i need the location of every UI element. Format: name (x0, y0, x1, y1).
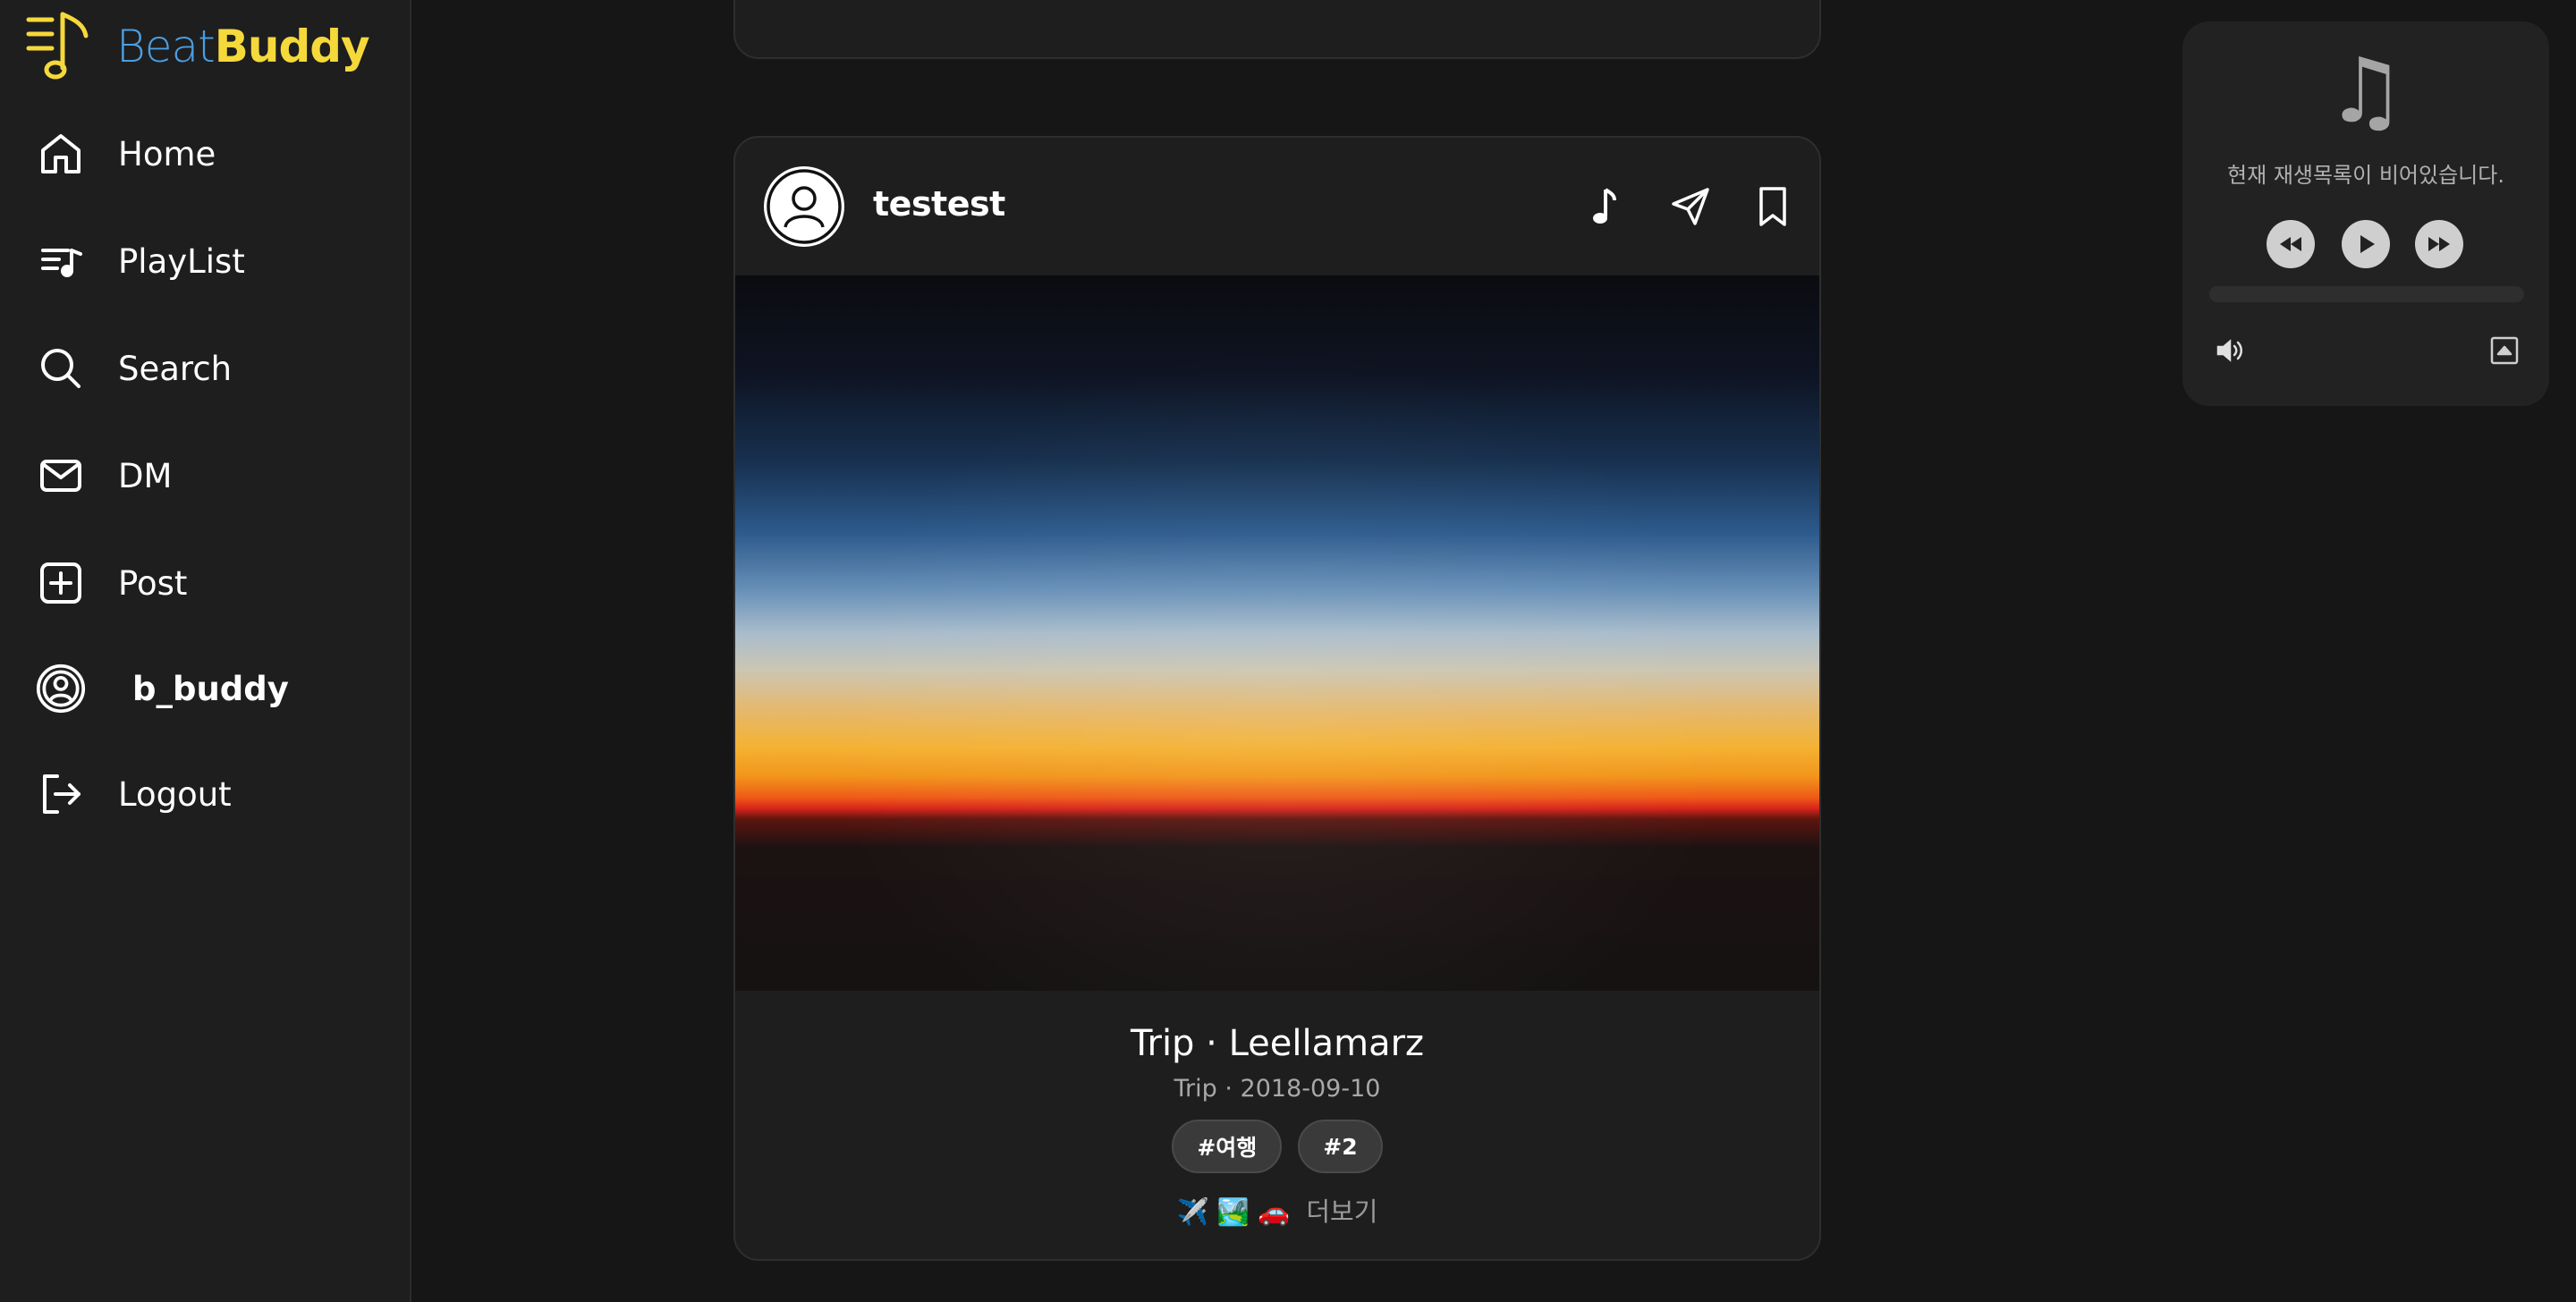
play-icon (2360, 235, 2375, 253)
rewind-icon (2280, 237, 2301, 251)
user-icon (767, 169, 842, 244)
play-button[interactable] (2342, 220, 2390, 268)
post-header: testest (735, 138, 1819, 275)
sidebar-item-logout[interactable]: Logout (36, 758, 394, 830)
sidebar-item-home[interactable]: Home (36, 118, 394, 190)
playlist-icon (36, 236, 86, 286)
album-cover-image[interactable] (735, 275, 1819, 991)
more-link[interactable]: 더보기 (1306, 1196, 1377, 1227)
bookmark-button[interactable] (1744, 178, 1801, 235)
caption-emoji: ✈️ 🏞️ 🚗 (1176, 1196, 1291, 1227)
sidebar-item-search[interactable]: Search (36, 333, 394, 404)
profile-icon (36, 664, 86, 714)
sidebar-item-label: PlayList (118, 241, 245, 281)
avatar[interactable] (764, 166, 844, 247)
sidebar-item-profile[interactable]: b_buddy (36, 653, 394, 724)
post-caption: ✈️ 🏞️ 🚗 더보기 (735, 1191, 1819, 1229)
tag-list: #여행 #2 (735, 1120, 1819, 1173)
progress-bar[interactable] (2209, 286, 2524, 302)
minimize-player-button[interactable] (2485, 331, 2524, 370)
song-meta: Trip · 2018-09-10 (1174, 1075, 1381, 1103)
sidebar-item-dm[interactable]: DM (36, 440, 394, 512)
plus-square-icon (36, 558, 86, 608)
mail-icon (36, 451, 86, 501)
song-title: Trip · Leellamarz (1130, 1023, 1425, 1064)
music-note-icon (1593, 188, 1616, 224)
logo-icon (26, 12, 89, 80)
bookmark-icon (1759, 187, 1786, 226)
sidebar-item-label: DM (118, 456, 173, 495)
sidebar: BeatBuddy Home PlayList Search DM Post b… (0, 0, 411, 1302)
hashtag[interactable]: #2 (1298, 1120, 1383, 1173)
sidebar-item-label: Home (118, 134, 216, 173)
post-card: testest Trip · Leellamarz Trip · 2018-09… (733, 136, 1821, 1261)
volume-button[interactable] (2209, 331, 2249, 370)
rewind-button[interactable] (2267, 220, 2315, 268)
minimize-icon (2490, 336, 2519, 365)
volume-icon (2216, 339, 2242, 362)
home-icon (36, 129, 86, 179)
post-username[interactable]: testest (873, 184, 1005, 224)
logo[interactable]: BeatBuddy (25, 11, 370, 82)
fast-forward-icon (2428, 237, 2450, 251)
search-icon (36, 343, 86, 393)
share-button[interactable] (1662, 178, 1719, 235)
previous-post-card (733, 0, 1821, 59)
sidebar-item-label: Post (118, 563, 188, 603)
send-icon (1672, 188, 1709, 225)
hashtag[interactable]: #여행 (1172, 1120, 1283, 1173)
add-music-button[interactable] (1578, 178, 1635, 235)
sidebar-item-label: b_buddy (132, 669, 289, 708)
music-note-icon: ♫ (2326, 38, 2406, 143)
sidebar-item-label: Logout (118, 774, 232, 814)
music-player: ♫ 현재 재생목록이 비어있습니다. (2182, 21, 2549, 406)
empty-playlist-message: 현재 재생목록이 비어있습니다. (2227, 163, 2504, 188)
logout-icon (36, 769, 86, 819)
sidebar-item-label: Search (118, 349, 233, 388)
fast-forward-button[interactable] (2415, 220, 2463, 268)
cover-overlay (735, 275, 1819, 991)
sidebar-item-post[interactable]: Post (36, 547, 394, 619)
sidebar-item-playlist[interactable]: PlayList (36, 225, 394, 297)
logo-text: BeatBuddy (116, 21, 370, 72)
